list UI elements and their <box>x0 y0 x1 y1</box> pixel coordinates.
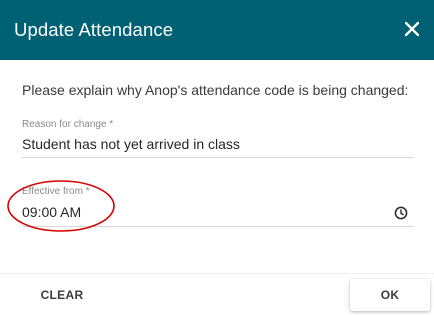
clock-icon[interactable] <box>393 205 409 221</box>
dialog-title: Update Attendance <box>14 19 174 40</box>
effective-from-label: Effective from * <box>22 186 90 197</box>
dialog-header: Update Attendance <box>0 0 434 60</box>
ok-button[interactable]: OK <box>350 279 430 311</box>
effective-from-field[interactable] <box>22 201 382 223</box>
reason-field-underline <box>22 157 414 158</box>
close-button[interactable] <box>400 17 424 41</box>
dialog-prompt: Please explain why Anop's attendance cod… <box>22 82 409 98</box>
footer-divider <box>0 273 434 274</box>
close-icon <box>404 21 420 37</box>
update-attendance-dialog: Update Attendance Please explain why Ano… <box>0 0 434 315</box>
effective-from-underline <box>22 226 414 227</box>
clear-button[interactable]: CLEAR <box>28 279 96 311</box>
reason-field-label: Reason for change * <box>22 119 114 130</box>
reason-field[interactable] <box>22 133 414 155</box>
